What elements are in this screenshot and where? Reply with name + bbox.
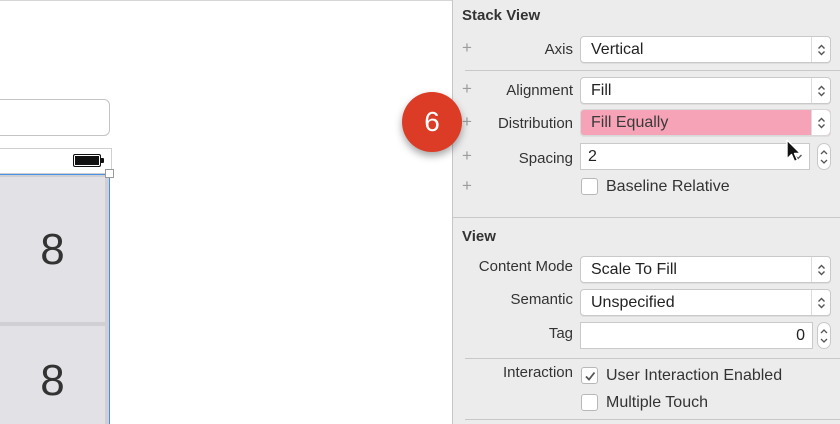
ib-canvas[interactable]: 8 8 bbox=[0, 0, 452, 424]
user-interaction-enabled-checkbox[interactable] bbox=[581, 367, 598, 384]
plus-icon[interactable]: + bbox=[462, 147, 472, 164]
user-interaction-enabled-label: User Interaction Enabled bbox=[606, 367, 783, 384]
divider bbox=[465, 358, 840, 359]
popup-arrows-icon bbox=[811, 37, 830, 62]
axis-popup[interactable]: Vertical bbox=[580, 36, 831, 63]
alignment-popup[interactable]: Fill bbox=[580, 77, 831, 104]
text-field[interactable] bbox=[0, 99, 110, 136]
distribution-popup[interactable]: Fill Equally bbox=[580, 109, 831, 136]
baseline-relative-label: Baseline Relative bbox=[606, 178, 730, 195]
spacing-stepper[interactable] bbox=[817, 143, 831, 170]
spacing-value: 2 bbox=[588, 148, 597, 165]
tag-field[interactable]: 0 bbox=[580, 322, 813, 349]
battery-tip-icon bbox=[101, 158, 104, 163]
stack-cell-label[interactable]: 8 bbox=[0, 326, 105, 424]
stack-view[interactable]: 8 8 bbox=[0, 174, 110, 424]
battery-icon bbox=[73, 154, 101, 167]
multiple-touch-checkbox[interactable] bbox=[581, 394, 598, 411]
semantic-value: Unspecified bbox=[591, 294, 675, 311]
popup-arrows-icon bbox=[811, 110, 830, 135]
distribution-label: Distribution bbox=[497, 115, 573, 132]
alignment-label: Alignment bbox=[506, 82, 573, 99]
plus-icon[interactable]: + bbox=[462, 113, 472, 130]
canvas-divider bbox=[0, 0, 452, 1]
interaction-label: Interaction bbox=[502, 364, 573, 381]
popup-arrows-icon bbox=[811, 290, 830, 315]
spacing-label: Spacing bbox=[518, 150, 573, 167]
tag-label: Tag bbox=[548, 325, 573, 342]
checkmark-icon bbox=[584, 371, 595, 381]
content-mode-value: Scale To Fill bbox=[591, 261, 677, 278]
tag-stepper[interactable] bbox=[817, 322, 831, 349]
plus-icon[interactable]: + bbox=[462, 177, 472, 194]
section-title-view: View bbox=[462, 228, 496, 245]
content-mode-label: Content Mode bbox=[478, 258, 573, 275]
section-divider bbox=[453, 217, 840, 218]
popup-arrows-icon bbox=[811, 257, 830, 282]
divider bbox=[465, 419, 840, 420]
semantic-popup[interactable]: Unspecified bbox=[580, 289, 831, 316]
plus-icon[interactable]: + bbox=[462, 80, 472, 97]
axis-value: Vertical bbox=[591, 41, 644, 58]
alignment-value: Fill bbox=[591, 82, 612, 99]
spacing-field[interactable]: 2 bbox=[580, 143, 810, 170]
attributes-inspector: Stack View + Axis Vertical + Alignment F… bbox=[452, 0, 840, 424]
stack-cell-label[interactable]: 8 bbox=[0, 177, 105, 322]
distribution-value: Fill Equally bbox=[591, 114, 669, 131]
resize-handle[interactable] bbox=[105, 169, 114, 178]
step-badge: 6 bbox=[402, 92, 462, 152]
tag-value: 0 bbox=[796, 327, 805, 344]
baseline-relative-checkbox[interactable] bbox=[581, 178, 598, 195]
axis-label: Axis bbox=[544, 41, 573, 58]
divider bbox=[465, 70, 840, 71]
mouse-cursor-icon bbox=[785, 139, 805, 170]
content-mode-popup[interactable]: Scale To Fill bbox=[580, 256, 831, 283]
semantic-label: Semantic bbox=[510, 291, 573, 308]
popup-arrows-icon bbox=[811, 78, 830, 103]
plus-icon[interactable]: + bbox=[462, 39, 472, 56]
section-title-stack-view: Stack View bbox=[462, 7, 541, 24]
multiple-touch-label: Multiple Touch bbox=[606, 394, 708, 411]
